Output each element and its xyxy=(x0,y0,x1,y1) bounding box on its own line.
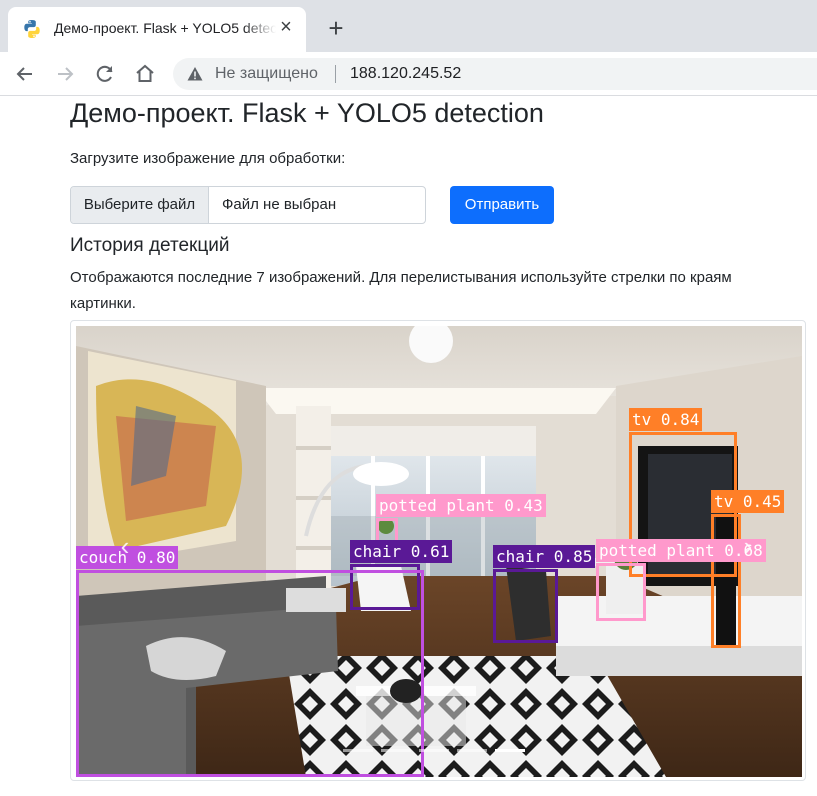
page-title: Демо-проект. Flask + YOLO5 detection xyxy=(70,98,544,128)
history-description: Отображаются последние 7 изображений. Дл… xyxy=(70,269,732,312)
browser-tabstrip: Демо-проект. Flask + YOLO5 detection × + xyxy=(0,0,817,52)
detection-carousel: tv 0.84 tv 0.45 potted plant 0.43 chair … xyxy=(70,320,806,781)
detection-label: chair 0.85 xyxy=(493,545,596,568)
history-title: История детекций xyxy=(70,235,230,256)
choose-file-button[interactable]: Выберите файл xyxy=(71,187,209,223)
url-text[interactable]: 188.120.245.52 xyxy=(350,65,461,83)
plus-icon[interactable]: + xyxy=(322,14,350,42)
browser-tab[interactable]: Демо-проект. Flask + YOLO5 detection × xyxy=(8,7,306,52)
home-icon[interactable] xyxy=(132,61,158,87)
carousel-indicator[interactable] xyxy=(343,749,373,752)
carousel-indicator[interactable] xyxy=(457,749,487,752)
carousel-indicator-active[interactable] xyxy=(495,749,525,752)
browser-toolbar: Не защищено 188.120.245.52 xyxy=(0,52,817,96)
omnibox-divider xyxy=(335,65,336,83)
detection-label: tv 0.84 xyxy=(629,408,703,431)
security-status[interactable]: Не защищено xyxy=(215,65,318,83)
detection-box xyxy=(493,569,558,643)
detection-box xyxy=(76,570,424,777)
chevron-left-icon[interactable]: ‹ xyxy=(113,531,137,561)
forward-arrow-icon[interactable] xyxy=(52,61,78,87)
detection-label: potted plant 0.43 xyxy=(376,494,546,517)
submit-button[interactable]: Отправить xyxy=(450,186,554,224)
tab-title: Демо-проект. Flask + YOLO5 detection xyxy=(54,20,276,36)
detection-image: tv 0.84 tv 0.45 potted plant 0.43 chair … xyxy=(76,326,802,777)
carousel-indicator[interactable] xyxy=(381,749,411,752)
back-arrow-icon[interactable] xyxy=(12,61,38,87)
chevron-right-icon[interactable]: › xyxy=(736,531,760,561)
carousel-indicators xyxy=(343,749,527,753)
file-status: Файл не выбран xyxy=(222,196,337,213)
detection-box xyxy=(596,563,646,621)
warning-icon[interactable] xyxy=(187,66,203,82)
carousel-indicator[interactable] xyxy=(419,749,449,752)
python-icon xyxy=(24,20,40,38)
detection-label: tv 0.45 xyxy=(711,490,785,513)
reload-icon[interactable] xyxy=(92,61,118,87)
upload-label: Загрузите изображение для обработки: xyxy=(70,150,346,167)
close-icon[interactable]: × xyxy=(276,17,296,37)
file-input[interactable]: Выберите файл Файл не выбран xyxy=(70,186,426,224)
detection-label: chair 0.61 xyxy=(350,540,453,563)
address-bar[interactable]: Не защищено 188.120.245.52 xyxy=(173,58,817,90)
